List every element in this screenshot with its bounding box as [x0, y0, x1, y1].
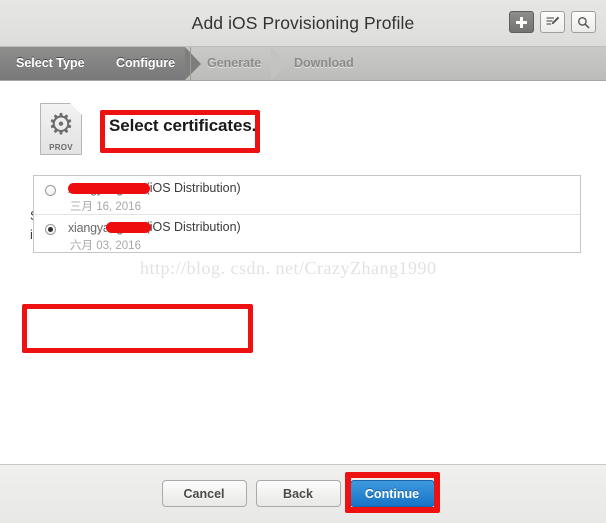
step-generate: Generate: [191, 47, 287, 80]
certificate-row[interactable]: xiangyang wu (iOS Distribution) 三月 16, 2…: [34, 176, 580, 215]
footer-button-group: Cancel Back Continue: [0, 480, 606, 507]
wizard-step-bar: Select Type Configure Generate Download: [0, 47, 606, 81]
cancel-button[interactable]: Cancel: [161, 480, 247, 507]
step-download: Download: [278, 47, 368, 80]
provisioning-profile-doc-icon: ⚙ PROV: [40, 103, 82, 155]
edit-button[interactable]: [540, 11, 565, 33]
search-icon: [578, 16, 590, 28]
watermark-url: http://blog. csdn. net/CrazyZhang1990: [140, 258, 437, 278]
continue-button[interactable]: Continue: [349, 480, 435, 507]
titlebar-actions: [509, 11, 596, 33]
certificate-date: 三月 16, 2016: [70, 201, 141, 213]
step-generate-label: Generate: [207, 56, 262, 70]
add-provisioning-profile-window: Add iOS Provisioning Profile Select Type…: [0, 0, 606, 523]
wizard-footer: Cancel Back Continue: [0, 464, 606, 523]
certificate-type: (iOS Distribution): [145, 220, 241, 234]
certificate-type: (iOS Distribution): [145, 181, 241, 195]
certificate-date: 六月 03, 2016: [70, 240, 141, 252]
gear-icon: ⚙: [48, 109, 74, 141]
step-download-label: Download: [294, 56, 354, 70]
edit-pencil-icon: [546, 16, 559, 25]
certificate-radio[interactable]: [45, 185, 56, 196]
redaction-scribble: [106, 221, 151, 233]
step-select-type-label: Select Type: [16, 56, 85, 70]
certificate-list: xiangyang wu (iOS Distribution) 三月 16, 2…: [33, 175, 581, 253]
redacted-name: xiangyang wu: [68, 182, 150, 196]
redaction-scribble: [68, 182, 150, 194]
certificate-name-line: xiangyang wu (iOS Distribution): [68, 181, 241, 197]
step-configure-label: Configure: [116, 56, 176, 70]
search-button[interactable]: [571, 11, 596, 33]
back-button[interactable]: Back: [255, 480, 341, 507]
redacted-name: xiangyang wu: [68, 221, 151, 235]
page-title: Select certificates.: [109, 116, 257, 135]
add-button[interactable]: [509, 11, 534, 33]
step-select-type[interactable]: Select Type: [0, 47, 116, 80]
certificate-row[interactable]: xiangyang wu (iOS Distribution) 六月 03, 2…: [34, 215, 580, 254]
doc-icon-label: PROV: [49, 143, 73, 152]
certificate-radio[interactable]: [45, 224, 56, 235]
plus-icon: [516, 16, 527, 28]
certificate-name-line: xiangyang wu (iOS Distribution): [68, 220, 241, 236]
window-titlebar: Add iOS Provisioning Profile: [0, 0, 606, 47]
step-configure[interactable]: Configure: [100, 47, 201, 80]
